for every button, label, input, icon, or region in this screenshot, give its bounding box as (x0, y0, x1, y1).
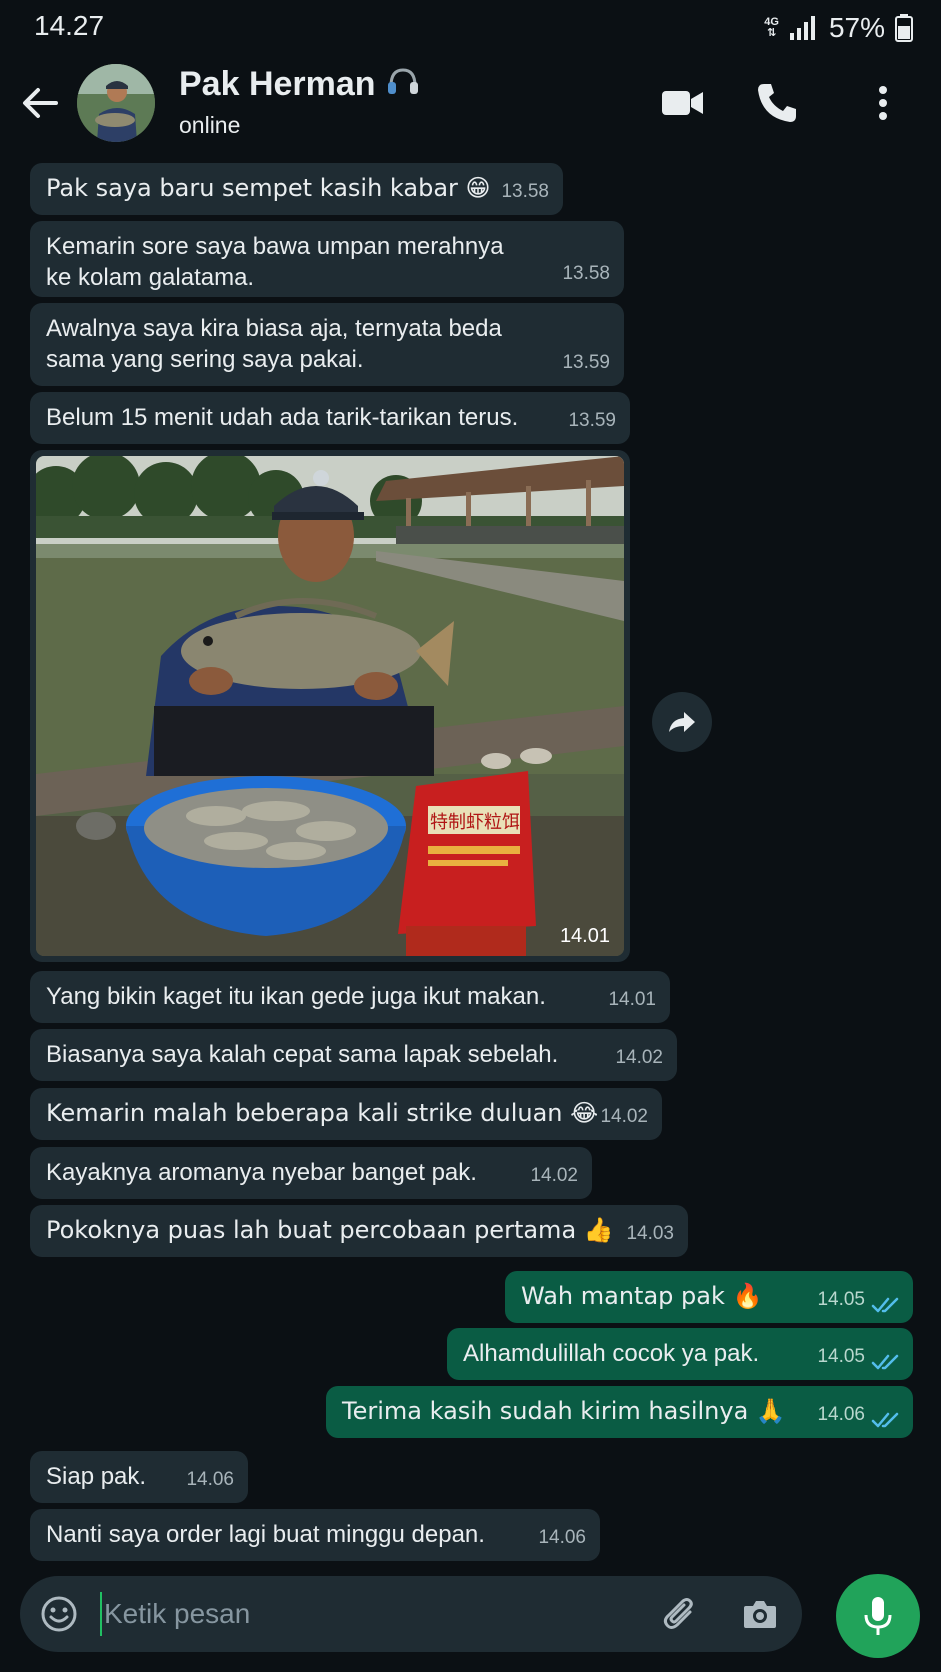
message-text: Yang bikin kaget itu ikan gede juga ikut… (46, 983, 546, 1010)
message-time: 14.05 (817, 1289, 865, 1310)
message-text: Biasanya saya kalah cepat sama lapak seb… (46, 1041, 559, 1068)
more-options-icon[interactable] (858, 78, 908, 128)
data-arrows-icon: ⇅ (767, 27, 777, 39)
battery-percentage: 57% (828, 12, 885, 43)
battery-icon (895, 14, 913, 42)
message-bubble[interactable]: Nanti saya order lagi buat minggu depan.… (30, 1509, 600, 1561)
contact-name-text: Pak Herman (179, 65, 376, 103)
message-time: 14.06 (817, 1404, 865, 1425)
headphones-icon (388, 68, 418, 94)
message-text: Awalnya saya kira biasa aja, ternyata be… (46, 315, 502, 373)
fishing-photo[interactable]: 特制虾粒饵 (36, 456, 624, 956)
message-time: 14.06 (186, 1469, 234, 1490)
message-text: Pokoknya puas lah buat percobaan pertama… (46, 1216, 614, 1244)
message-bubble[interactable]: Pak saya baru sempet kasih kabar 😁 13.58 (30, 163, 563, 215)
status-bar: 14.27 4G ⇅ 57% (0, 0, 941, 56)
message-time: 14.03 (626, 1223, 674, 1244)
camera-icon[interactable] (740, 1594, 780, 1634)
image-message[interactable]: 特制虾粒饵 14.01 (30, 450, 630, 962)
attach-icon[interactable] (660, 1594, 700, 1634)
message-text: Wah mantap pak 🔥 (521, 1282, 763, 1310)
message-text: Kemarin sore saya bawa umpan merahnya ke… (46, 233, 504, 291)
message-composer (20, 1576, 802, 1652)
message-time: 13.59 (562, 352, 610, 373)
emoji-icon[interactable] (40, 1595, 78, 1633)
avatar[interactable] (77, 64, 155, 142)
message-text: Pak saya baru sempet kasih kabar 😁 (46, 174, 491, 202)
bait-package-label: 特制虾粒饵 (430, 812, 520, 833)
voice-record-button[interactable] (836, 1574, 920, 1658)
avatar-photo (77, 64, 155, 142)
status-indicators: 4G ⇅ 57% (764, 10, 913, 46)
message-bubble[interactable]: Siap pak. 14.06 (30, 1451, 248, 1503)
message-time: 14.02 (615, 1047, 663, 1068)
message-bubble[interactable]: Yang bikin kaget itu ikan gede juga ikut… (30, 971, 670, 1023)
voice-call-icon[interactable] (752, 78, 802, 128)
message-text: Siap pak. (46, 1463, 147, 1490)
message-text: Nanti saya order lagi buat minggu depan. (46, 1521, 485, 1548)
read-receipt-icon (871, 1354, 899, 1370)
message-time: 14.02 (600, 1106, 648, 1127)
message-bubble[interactable]: Biasanya saya kalah cepat sama lapak seb… (30, 1029, 677, 1081)
message-time: 14.05 (817, 1346, 865, 1367)
message-bubble[interactable]: Kemarin sore saya bawa umpan merahnya ke… (30, 221, 624, 297)
message-input[interactable] (100, 1592, 640, 1636)
network-indicator: 4G ⇅ (764, 17, 779, 39)
signal-icon (789, 16, 815, 40)
image-time: 14.01 (559, 925, 610, 947)
contact-name[interactable]: Pak Herman (179, 64, 421, 104)
message-text: Terima kasih sudah kirim hasilnya 🙏 (342, 1397, 786, 1425)
message-text: Alhamdulillah cocok ya pak. (463, 1340, 760, 1367)
message-bubble[interactable]: Belum 15 menit udah ada tarik-tarikan te… (30, 392, 630, 444)
status-time: 14.27 (34, 10, 105, 41)
message-time: 13.59 (568, 410, 616, 431)
message-time: 14.06 (538, 1527, 586, 1548)
chat-header: Pak Herman online (0, 56, 941, 150)
message-bubble[interactable]: Awalnya saya kira biasa aja, ternyata be… (30, 303, 624, 386)
read-receipt-icon (871, 1412, 899, 1428)
message-time: 13.58 (501, 181, 549, 202)
message-bubble[interactable]: Pokoknya puas lah buat percobaan pertama… (30, 1205, 688, 1257)
microphone-icon (864, 1597, 892, 1635)
message-time: 14.02 (530, 1165, 578, 1186)
message-bubble[interactable]: Wah mantap pak 🔥 14.05 (505, 1271, 913, 1323)
message-time: 13.58 (562, 263, 610, 284)
contact-status: online (179, 112, 241, 138)
message-bubble[interactable]: Alhamdulillah cocok ya pak. 14.05 (447, 1328, 913, 1380)
message-bubble[interactable]: Terima kasih sudah kirim hasilnya 🙏 14.0… (326, 1386, 913, 1438)
message-bubble[interactable]: Kayaknya aromanya nyebar banget pak. 14.… (30, 1147, 592, 1199)
message-time: 14.01 (608, 989, 656, 1010)
message-bubble[interactable]: Kemarin malah beberapa kali strike dulua… (30, 1088, 662, 1140)
forward-icon (669, 712, 695, 732)
video-call-icon[interactable] (658, 78, 708, 128)
forward-button[interactable] (652, 692, 712, 752)
back-arrow-icon[interactable] (18, 81, 62, 125)
message-text: Kemarin malah beberapa kali strike dulua… (46, 1099, 599, 1127)
message-text: Kayaknya aromanya nyebar banget pak. (46, 1159, 477, 1186)
message-text: Belum 15 menit udah ada tarik-tarikan te… (46, 404, 519, 431)
read-receipt-icon (871, 1297, 899, 1313)
